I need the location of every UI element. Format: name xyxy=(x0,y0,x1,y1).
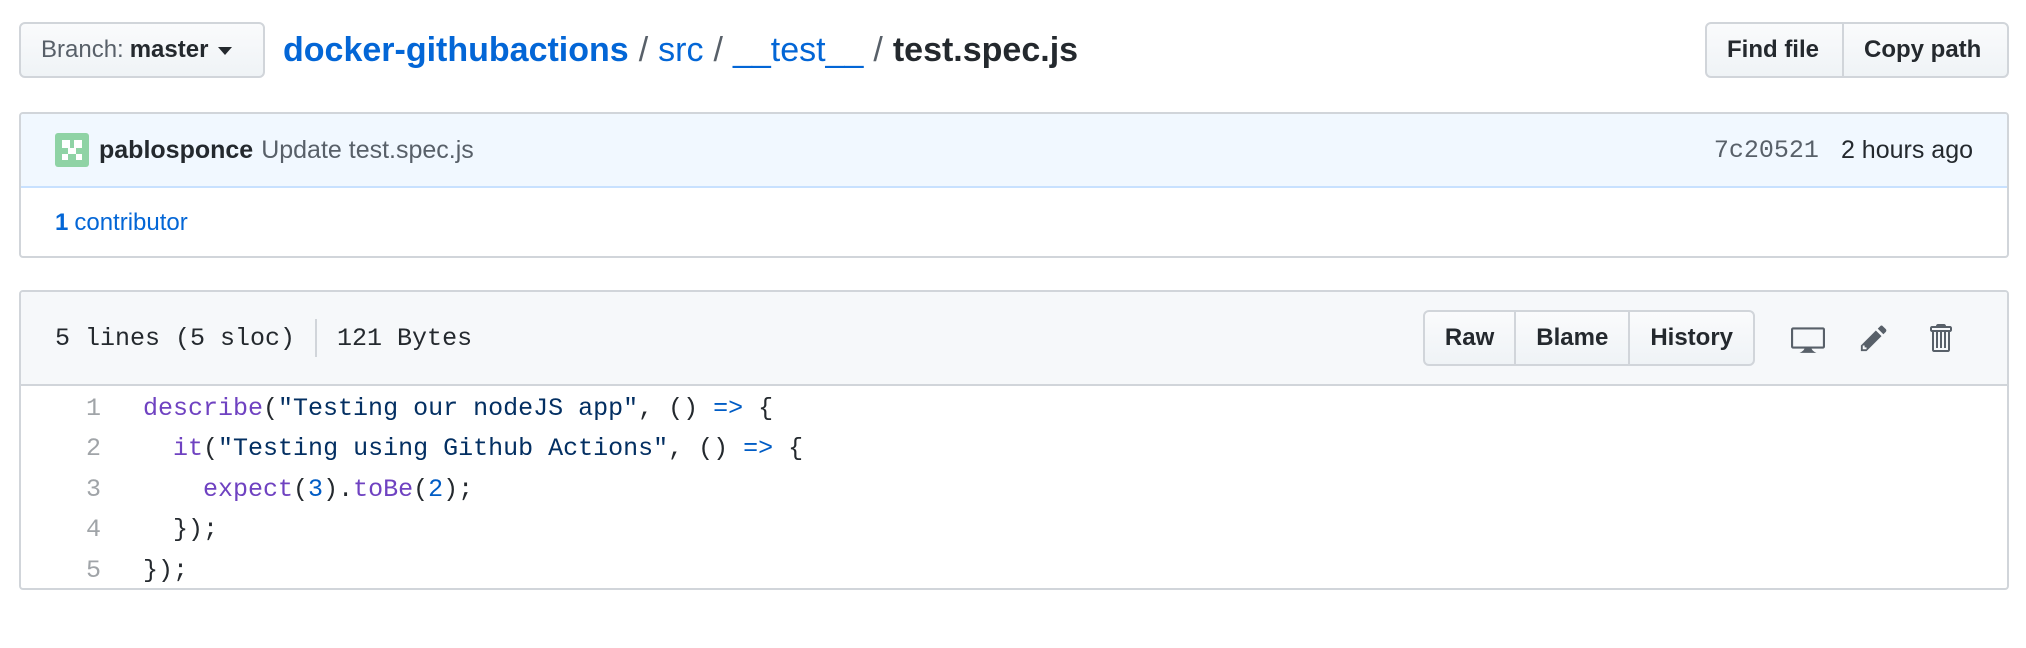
contributors-link[interactable]: 1 contributor xyxy=(21,188,2007,256)
caret-down-icon xyxy=(218,47,233,55)
copy-path-button[interactable]: Copy path xyxy=(1842,22,2009,78)
commit-tease: pablosponce Update test.spec.js 7c20521 … xyxy=(19,112,2009,258)
breadcrumb-separator: / xyxy=(638,31,649,69)
line-number[interactable]: 2 xyxy=(21,434,101,463)
code-blob: 1 describe("Testing our nodeJS app", () … xyxy=(21,386,2007,588)
pencil-icon xyxy=(1860,325,1887,352)
line-code: it("Testing using Github Actions", () =>… xyxy=(173,434,804,464)
line-number[interactable]: 1 xyxy=(21,394,101,423)
branch-select-button[interactable]: Branch: master xyxy=(19,22,265,78)
line-code: describe("Testing our nodeJS app", () =>… xyxy=(143,393,774,423)
find-file-button[interactable]: Find file xyxy=(1705,22,1844,78)
contributor-count: 1 xyxy=(55,209,69,236)
code-line: 1 describe("Testing our nodeJS app", () … xyxy=(21,388,2007,429)
commit-author-link[interactable]: pablosponce xyxy=(99,136,253,165)
raw-button[interactable]: Raw xyxy=(1422,310,1517,366)
history-button[interactable]: History xyxy=(1628,310,1755,366)
blame-button[interactable]: Blame xyxy=(1514,310,1631,366)
file-nav-buttons: Find file Copy path xyxy=(1705,22,2009,78)
file-viewer: 5 lines (5 sloc) 121 Bytes Raw Blame His… xyxy=(19,290,2009,590)
file-actions: Raw Blame History xyxy=(1422,310,1973,366)
open-desktop-button[interactable] xyxy=(1775,310,1841,366)
breadcrumb-separator: / xyxy=(873,31,883,69)
desktop-icon xyxy=(1791,327,1825,353)
line-number[interactable]: 4 xyxy=(21,515,101,544)
line-number[interactable]: 3 xyxy=(21,475,101,504)
commit-sha-link[interactable]: 7c20521 xyxy=(1714,136,1819,165)
breadcrumb-repo-link[interactable]: docker-githubactions xyxy=(283,31,629,69)
avatar[interactable] xyxy=(55,133,89,167)
code-line: 4 }); xyxy=(21,510,2007,551)
commit-meta: 7c20521 2 hours ago xyxy=(1714,136,1973,165)
file-line-count: 5 lines (5 sloc) xyxy=(55,323,296,353)
code-line: 2 it("Testing using Github Actions", () … xyxy=(21,429,2007,470)
edit-file-button[interactable] xyxy=(1841,310,1907,366)
line-code: }); xyxy=(143,515,219,545)
line-number[interactable]: 5 xyxy=(21,556,101,585)
commit-time: 2 hours ago xyxy=(1840,135,1973,164)
code-line: 5 }); xyxy=(21,550,2007,588)
latest-commit-row: pablosponce Update test.spec.js 7c20521 … xyxy=(21,114,2007,188)
delete-file-button[interactable] xyxy=(1907,310,1973,366)
file-header: 5 lines (5 sloc) 121 Bytes Raw Blame His… xyxy=(21,292,2007,386)
line-code: }); xyxy=(143,555,189,585)
breadcrumb-separator: / xyxy=(713,31,723,69)
branch-name: master xyxy=(129,36,209,63)
breadcrumb-test-link[interactable]: __test__ xyxy=(733,31,863,69)
breadcrumb-current-file: test.spec.js xyxy=(892,31,1079,69)
file-view-button-group: Raw Blame History xyxy=(1422,310,1755,366)
file-info: 5 lines (5 sloc) 121 Bytes xyxy=(55,319,472,357)
file-size: 121 Bytes xyxy=(337,323,473,353)
branch-label: Branch: xyxy=(41,36,124,63)
line-code: expect(3).toBe(2); xyxy=(203,474,474,504)
file-navigation-bar: Branch: master docker-githubactions / src /… xyxy=(19,22,2009,80)
code-line: 3 expect(3).toBe(2); xyxy=(21,469,2007,510)
breadcrumb: docker-githubactions / src / __test__ / test.s… xyxy=(283,28,1078,72)
contributor-label: contributor xyxy=(74,209,188,236)
trash-icon xyxy=(1930,324,1952,352)
commit-message-link[interactable]: Update test.spec.js xyxy=(261,136,474,165)
breadcrumb-src-link[interactable]: src xyxy=(658,31,703,69)
file-info-divider xyxy=(315,319,318,357)
